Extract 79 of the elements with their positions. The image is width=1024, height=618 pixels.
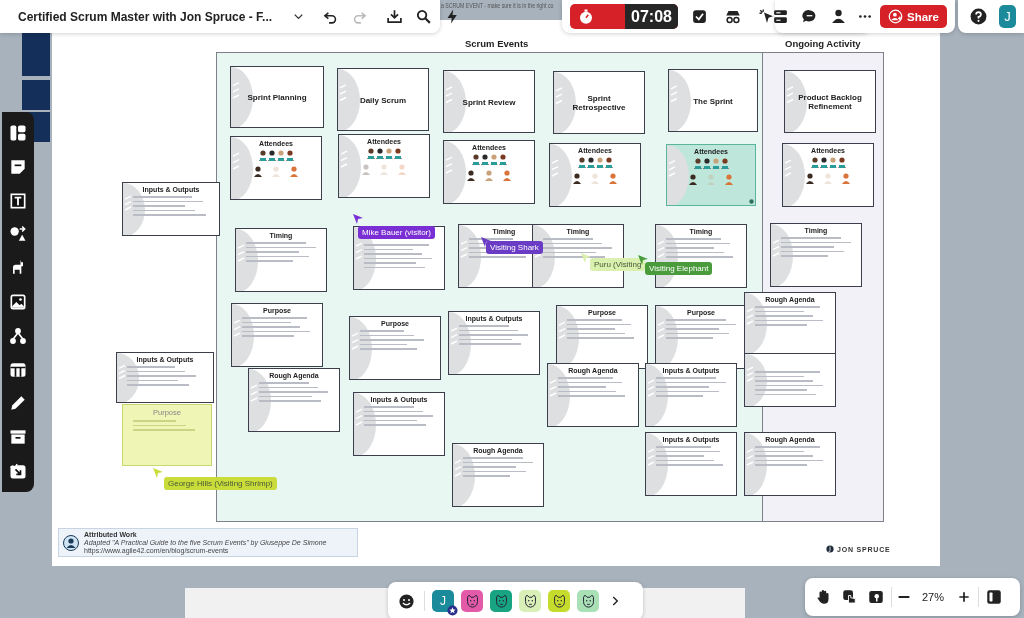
slide-title: Sprint Retrospective (571, 93, 627, 112)
zoom-level: 27% (921, 591, 946, 603)
cursor-pointer-icon (152, 467, 164, 479)
guest-avatar[interactable] (577, 590, 599, 612)
cursor-name-tag: George Hills (Visiting Shrimp) (164, 477, 277, 490)
half-circle-drawing (236, 229, 258, 291)
half-circle-drawing (249, 369, 271, 431)
more-icon (859, 15, 872, 18)
half-circle-drawing (232, 304, 254, 366)
section-title: Scrum Events (465, 38, 529, 49)
guest-avatar[interactable] (461, 590, 483, 612)
half-circle-drawing (350, 317, 372, 379)
half-circle-drawing (338, 69, 360, 130)
half-circle-drawing (453, 444, 475, 506)
checkbox-icon (690, 8, 708, 25)
slide-thumbnail (22, 80, 50, 110)
slide-card[interactable]: Sprint Retrospective (553, 71, 645, 134)
half-circle-drawing (231, 137, 253, 199)
half-circle-drawing (444, 141, 466, 203)
person-icon (830, 8, 848, 25)
slide-card[interactable]: Daily Scrum (337, 68, 429, 131)
half-circle-drawing (339, 135, 361, 197)
half-circle-drawing (117, 353, 139, 402)
half-circle-drawing (745, 293, 767, 353)
timer-button[interactable]: 07:08 (570, 4, 678, 29)
timer-time: 07:08 (625, 4, 678, 29)
half-circle-drawing (669, 70, 691, 131)
developers-drawing (577, 156, 613, 168)
developers-drawing (366, 147, 402, 159)
diagram-icon (8, 325, 28, 346)
search-icon (415, 8, 433, 25)
slide-title: Sprint Planning (246, 92, 308, 102)
guest-avatar[interactable] (548, 590, 570, 612)
user-avatar[interactable]: J (999, 5, 1016, 28)
half-circle-drawing (771, 224, 793, 286)
cursor-pointer-icon (580, 252, 592, 264)
resize-handle-icon[interactable] (749, 199, 754, 204)
developers-drawing (258, 149, 294, 161)
slide-title: Daily Scrum (358, 95, 408, 104)
cursor-name-tag: Mike Bauer (visitor) (358, 226, 435, 239)
half-circle-drawing (745, 433, 767, 495)
cursor-pointer-icon (352, 213, 364, 225)
share-button[interactable]: Share (880, 5, 947, 28)
tap-icon (841, 588, 859, 606)
brand-logo-icon (826, 545, 834, 553)
half-circle-drawing (783, 144, 805, 206)
slide-card[interactable]: Sprint Planning (230, 66, 324, 128)
guest-avatar[interactable] (490, 590, 512, 612)
add-person-icon (888, 9, 904, 24)
slide-title: The Sprint (692, 96, 734, 105)
slide-card[interactable] (744, 353, 836, 407)
download-icon (386, 8, 404, 25)
half-circle-drawing (548, 364, 570, 426)
cursor-name-tag: Visiting Elephant (645, 262, 713, 275)
person-icon (63, 534, 79, 551)
section-title: Ongoing Activity (785, 38, 861, 49)
zoom-out-button[interactable] (896, 594, 912, 600)
help-icon (969, 7, 988, 26)
cursor-name-tag: Puru (Visiting (590, 258, 646, 271)
half-circle-drawing (459, 225, 481, 287)
slide-card[interactable]: Sprint Review (443, 70, 535, 133)
half-circle-drawing (667, 145, 689, 205)
timer-icon (577, 7, 595, 26)
import-icon (8, 461, 28, 482)
half-circle-drawing (550, 144, 572, 206)
cursor-pointer-icon (480, 236, 492, 248)
half-circle-drawing (123, 183, 145, 235)
slide-title: Sprint Review (461, 97, 517, 106)
developers-drawing (810, 156, 846, 168)
slide-card[interactable]: The Sprint (668, 69, 758, 132)
developers-drawing (693, 157, 729, 169)
developers-drawing (471, 153, 507, 165)
panel-icon (985, 588, 1004, 606)
minus-icon (898, 596, 910, 598)
slide-title: Product Backlog Refinement (797, 92, 863, 111)
guest-avatar[interactable] (519, 590, 541, 612)
slide-card[interactable]: Product Backlog Refinement (784, 70, 876, 133)
cursor-name-tag: Visiting Shark (486, 241, 543, 254)
smiley-icon (398, 592, 415, 610)
